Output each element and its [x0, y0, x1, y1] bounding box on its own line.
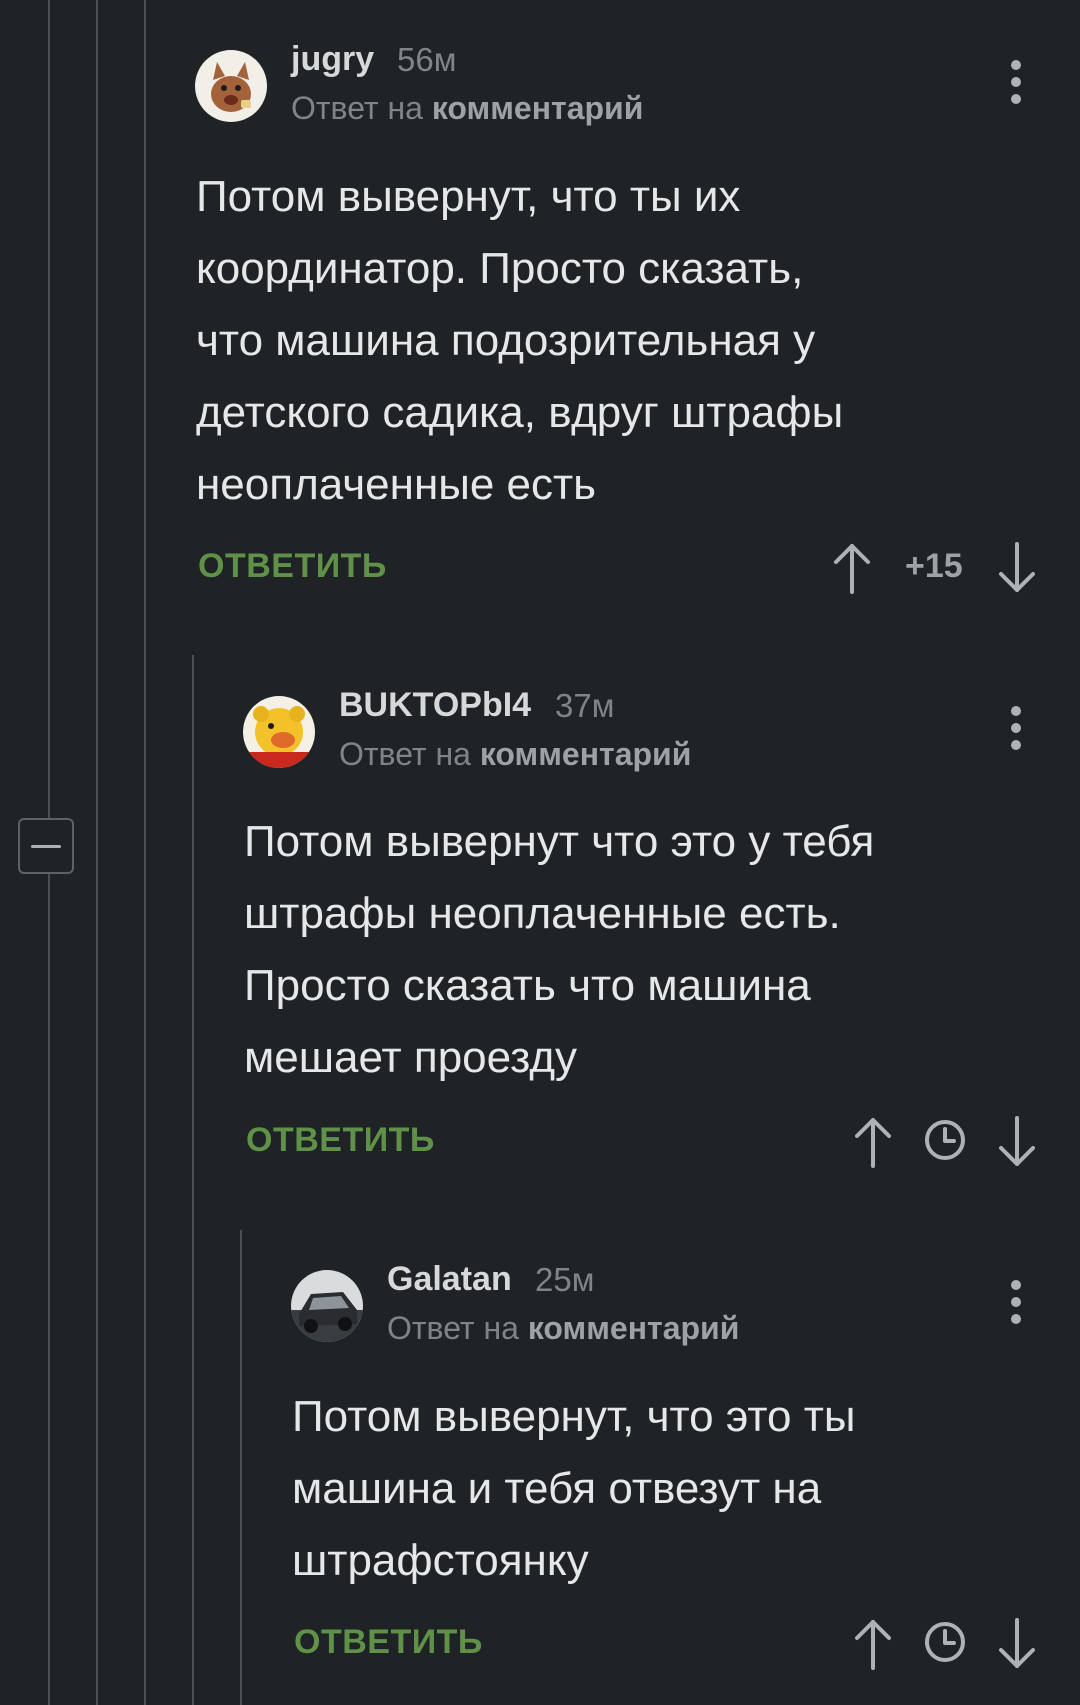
clock-icon	[925, 1622, 965, 1662]
reply-to-line: Ответ на комментарий	[387, 1310, 739, 1347]
username[interactable]: Galatan	[387, 1260, 512, 1299]
more-options-icon[interactable]	[1006, 1278, 1026, 1326]
comment: Galatan 25м Ответ на комментарий Потом в…	[0, 0, 1080, 1705]
comment-time: 25м	[535, 1261, 595, 1298]
upvote-arrow-icon[interactable]	[851, 1618, 895, 1670]
reply-button[interactable]: ОТВЕТИТЬ	[294, 1623, 483, 1662]
reply-prefix: Ответ на	[387, 1310, 519, 1346]
car-avatar-icon[interactable]	[291, 1270, 363, 1342]
comment-text: Потом вывернут, что это ты машина и тебя…	[292, 1392, 856, 1585]
reply-target-link[interactable]: комментарий	[528, 1310, 740, 1346]
downvote-arrow-icon[interactable]	[995, 1618, 1039, 1670]
